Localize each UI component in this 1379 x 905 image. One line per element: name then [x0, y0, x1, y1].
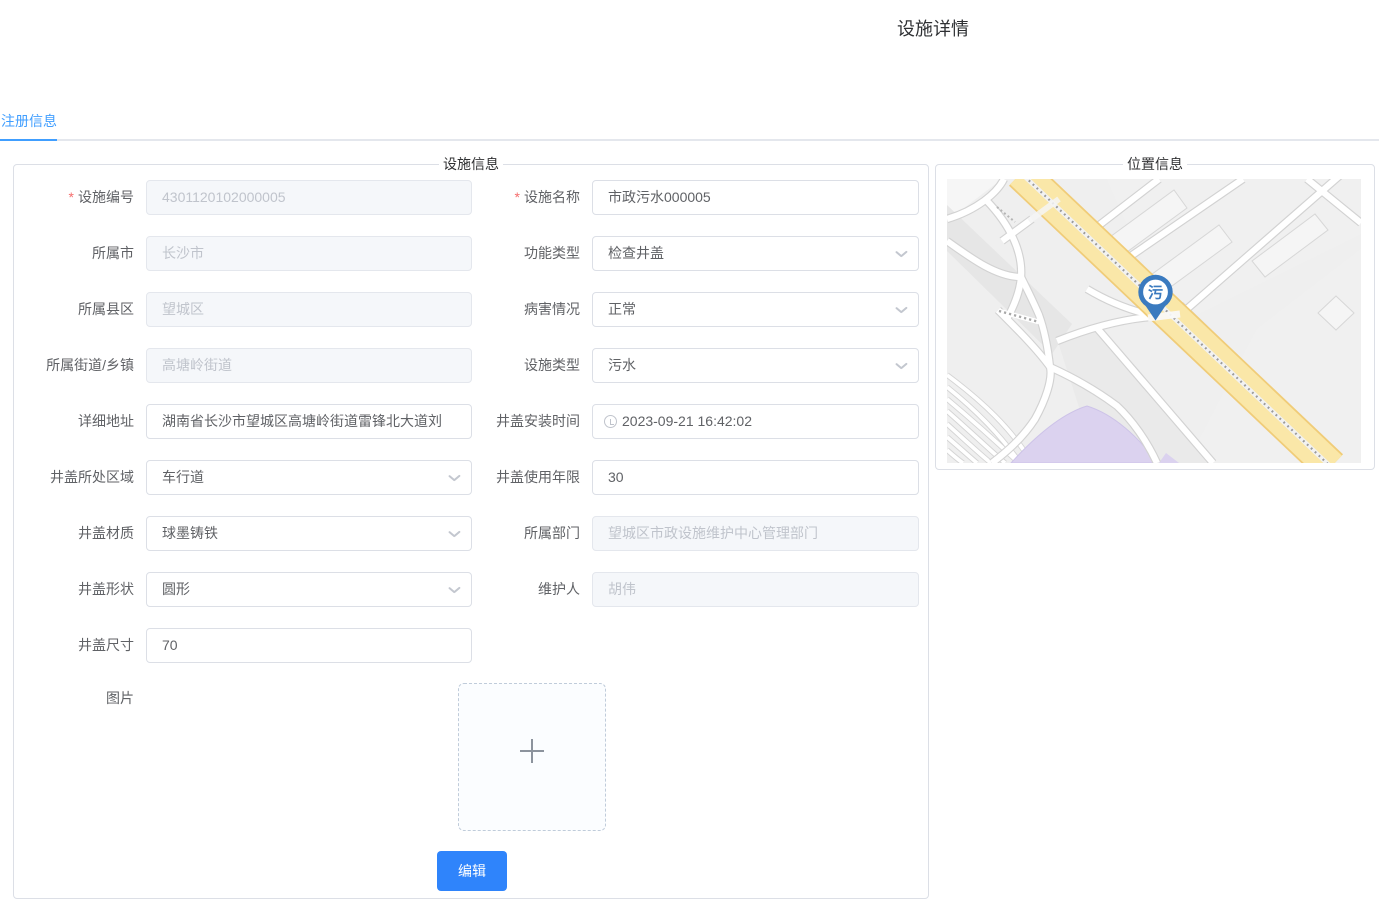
svg-text:污: 污 — [1148, 284, 1163, 302]
